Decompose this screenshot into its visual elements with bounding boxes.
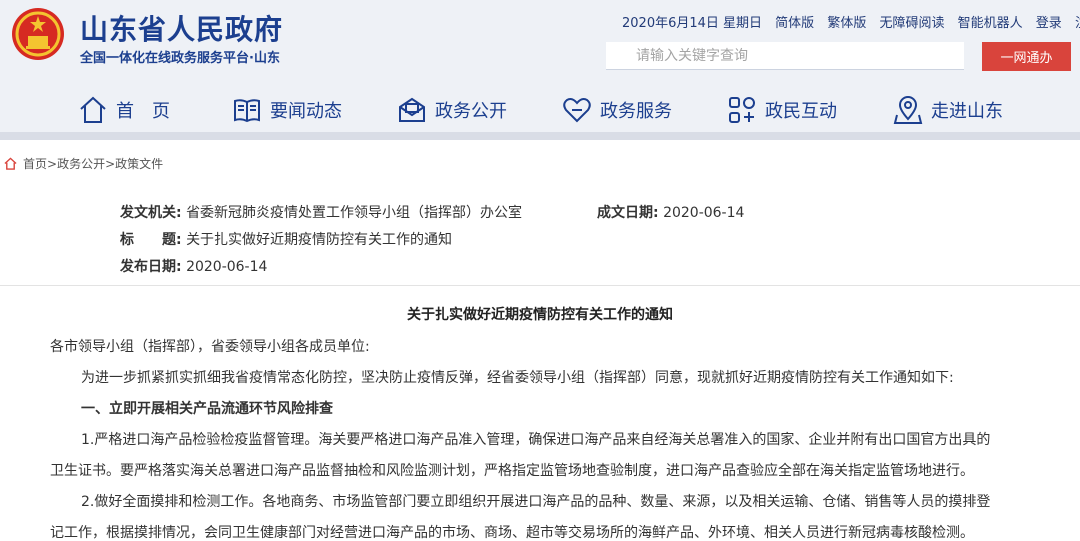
nav-label-about-shandong: 走进山东 (931, 101, 1003, 122)
heart-icon (563, 98, 591, 123)
interaction-icon (729, 97, 755, 123)
nav-item-interaction[interactable]: 政民互动 (727, 92, 837, 128)
top-links: 2020年6月14日 星期日 简体版 繁体版 无障碍阅读 智能机器人 登录 注册 (622, 12, 1080, 31)
breadcrumb: 首页 > 政务公开 > 政策文件 (4, 155, 163, 172)
one-stop-service-button[interactable]: 一网通办 (982, 42, 1071, 71)
main-nav: 首 页 要闻动态 政务公开 政务服务 政民互动 走进山东 (0, 88, 1080, 132)
login-link[interactable]: 登录 (1036, 16, 1062, 31)
document-metadata: 发文机关: 省委新冠肺炎疫情处置工作领导小组（指挥部）办公室 成文日期: 202… (0, 186, 1080, 286)
article-title: 关于扎实做好近期疫情防控有关工作的通知 (407, 307, 673, 323)
paragraph-1-line-2: 卫生证书。要严格落实海关总署进口海产品监督抽检和风险监测计划，严格指定监管场地查… (50, 463, 974, 479)
issuer-row: 发文机关: 省委新冠肺炎疫情处置工作领导小组（指挥部）办公室 (120, 202, 522, 222)
site-subtitle: 全国一体化在线政务服务平台·山东 (80, 51, 280, 66)
date-label: 2020年6月14日 星期日 (622, 16, 763, 31)
intro-paragraph: 为进一步抓紧抓实抓细我省疫情常态化防控，坚决防止疫情反弹，经省委领导小组（指挥部… (81, 370, 954, 386)
nav-label-open-affairs: 政务公开 (435, 101, 507, 122)
national-emblem-icon (12, 8, 64, 60)
issuer-value: 省委新冠肺炎疫情处置工作领导小组（指挥部）办公室 (186, 205, 523, 221)
site-title[interactable]: 山东省人民政府 (80, 8, 283, 48)
title-row: 标 题: 关于扎实做好近期疫情防控有关工作的通知 (120, 229, 452, 249)
accessibility-link[interactable]: 无障碍阅读 (879, 16, 944, 31)
paragraph-2-line-2: 记工作，根据摸排情况，会同卫生健康部门对经营进口海产品的市场、商场、超市等交易场… (50, 525, 974, 541)
breadcrumb-open-affairs[interactable]: 政务公开 (57, 155, 105, 172)
nav-item-home[interactable]: 首 页 (78, 92, 170, 128)
register-link[interactable]: 注册 (1075, 16, 1080, 31)
nav-label-interaction: 政民互动 (765, 101, 837, 122)
mail-icon (399, 97, 425, 122)
title-label: 标 题: (120, 232, 182, 248)
breadcrumb-home[interactable]: 首页 (23, 155, 47, 172)
home-icon (80, 96, 106, 123)
news-icon (234, 99, 260, 123)
simplified-link[interactable]: 简体版 (775, 16, 814, 31)
title-value: 关于扎实做好近期疫情防控有关工作的通知 (186, 232, 453, 248)
nav-divider (0, 132, 1080, 140)
section-heading: 一、立即开展相关产品流通环节风险排查 (81, 401, 333, 417)
created-value: 2020-06-14 (663, 205, 745, 221)
breadcrumb-separator: > (47, 156, 58, 171)
site-header: 山东省人民政府 全国一体化在线政务服务平台·山东 2020年6月14日 星期日 … (0, 0, 1080, 140)
nav-label-home: 首 页 (116, 101, 170, 122)
created-label: 成文日期: (597, 205, 659, 221)
paragraph-2-line-1: 2.做好全面摸排和检测工作。各地商务、市场监管部门要立即组织开展进口海产品的品种… (81, 494, 991, 510)
published-value: 2020-06-14 (186, 259, 268, 275)
traditional-link[interactable]: 繁体版 (827, 16, 866, 31)
nav-item-news[interactable]: 要闻动态 (232, 92, 342, 128)
nav-item-open-affairs[interactable]: 政务公开 (397, 92, 507, 128)
nav-item-about-shandong[interactable]: 走进山东 (893, 92, 1003, 128)
published-label: 发布日期: (120, 259, 182, 275)
published-row: 发布日期: 2020-06-14 (120, 256, 267, 276)
nav-label-services: 政务服务 (600, 101, 672, 122)
breadcrumb-separator: > (105, 156, 116, 171)
paragraph-1-line-1: 1.严格进口海产品检验检疫监督管理。海关要严格进口海产品准入管理，确保进口海产品… (81, 432, 991, 448)
map-pin-icon (893, 96, 923, 124)
robot-link[interactable]: 智能机器人 (958, 16, 1023, 31)
nav-item-services[interactable]: 政务服务 (562, 92, 672, 128)
salutation: 各市领导小组（指挥部），省委领导小组各成员单位: (50, 339, 370, 355)
created-row: 成文日期: 2020-06-14 (597, 202, 744, 222)
breadcrumb-policy-docs[interactable]: 政策文件 (115, 155, 163, 172)
home-icon (4, 157, 17, 170)
search-input[interactable] (606, 42, 964, 70)
issuer-label: 发文机关: (120, 205, 182, 221)
nav-label-news: 要闻动态 (270, 101, 342, 122)
